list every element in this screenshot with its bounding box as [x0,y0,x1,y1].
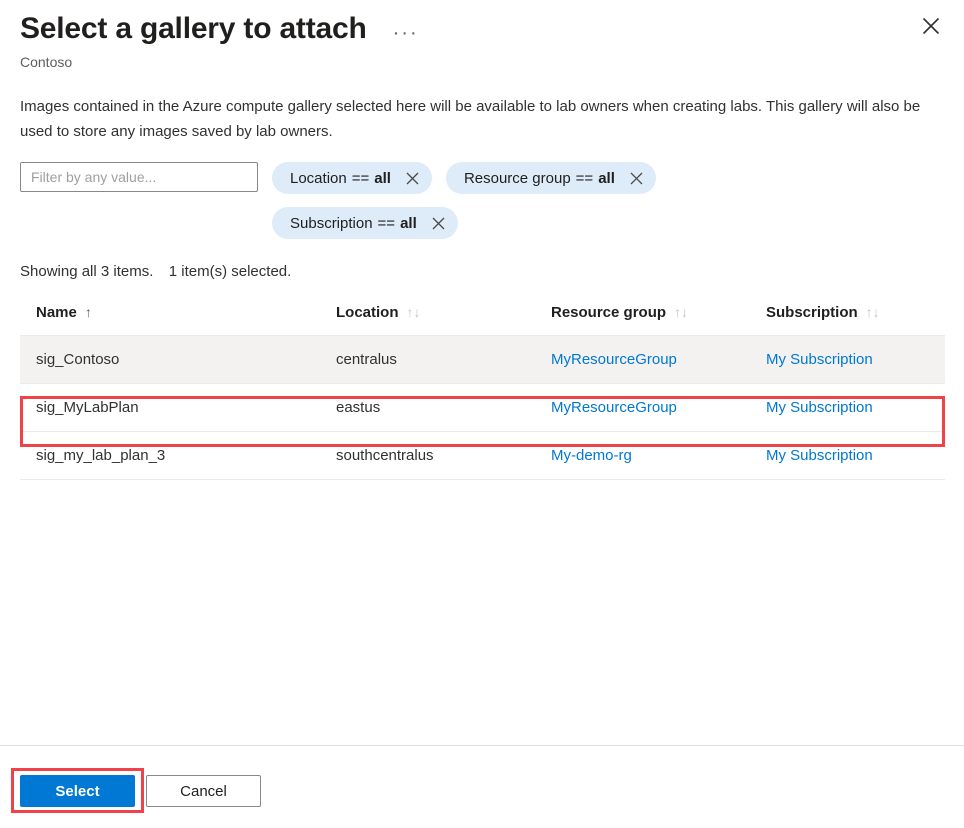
remove-filter-button[interactable] [628,169,646,187]
subscription-link[interactable]: My Subscription [766,399,873,416]
cancel-button[interactable]: Cancel [146,775,261,807]
gallery-table-container: Name ↑ Location ↑↓ Resource group ↑↓ Subscr… [20,304,944,480]
column-header-subscription[interactable]: Subscription ↑↓ [750,304,945,336]
cell-location: southcentralus [320,432,535,480]
title-row: Select a gallery to attach ··· [20,10,944,48]
description-text: Images contained in the Azure compute ga… [20,94,944,144]
sort-toggle-icon[interactable]: ↑↓ [866,304,880,320]
filter-pill-value: all [400,215,417,232]
select-button[interactable]: Select [20,775,135,807]
page-subtitle: Contoso [20,52,944,72]
filter-bar: Location == all Resource group == all [20,162,780,194]
search-input[interactable] [20,162,258,192]
filter-pill-subscription[interactable]: Subscription == all [272,207,458,239]
cell-resource-group[interactable]: MyResourceGroup [535,384,750,432]
filter-pill-operator: == [378,215,396,232]
subscription-link[interactable]: My Subscription [766,447,873,464]
column-header-location[interactable]: Location ↑↓ [320,304,535,336]
table-header-row: Name ↑ Location ↑↓ Resource group ↑↓ Subscr… [20,304,945,336]
cell-name: sig_my_lab_plan_3 [20,432,320,480]
column-header-resource-group[interactable]: Resource group ↑↓ [535,304,750,336]
cell-location: eastus [320,384,535,432]
footer-divider [0,745,964,746]
filter-pill-resource-group[interactable]: Resource group == all [446,162,656,194]
filter-pill-operator: == [352,170,370,187]
gallery-table: Name ↑ Location ↑↓ Resource group ↑↓ Subscr… [20,304,945,480]
resource-group-link[interactable]: My-demo-rg [551,447,632,464]
filter-pill-value: all [598,170,615,187]
column-header-label: Resource group [551,304,666,321]
results-summary: Showing all 3 items. 1 item(s) selected. [20,263,944,280]
close-icon [432,217,445,230]
table-row[interactable]: sig_MyLabPlan eastus MyResourceGroup My … [20,384,945,432]
filter-pill-value: all [374,170,391,187]
cell-location: centralus [320,336,535,384]
remove-filter-button[interactable] [430,214,448,232]
close-icon [630,172,643,185]
table-header: Name ↑ Location ↑↓ Resource group ↑↓ Subscr… [20,304,945,336]
filter-pill-location[interactable]: Location == all [272,162,432,194]
table-body: sig_Contoso centralus MyResourceGroup My… [20,336,945,480]
page-title: Select a gallery to attach [20,10,367,48]
cell-name: sig_Contoso [20,336,320,384]
selected-count: 1 item(s) selected. [169,263,292,280]
resource-group-link[interactable]: MyResourceGroup [551,399,677,416]
footer-actions: Select Cancel [20,775,261,807]
filter-pill-label: Location [290,170,347,187]
cell-subscription[interactable]: My Subscription [750,336,945,384]
remove-filter-button[interactable] [404,169,422,187]
column-header-label: Location [336,304,399,321]
column-header-label: Subscription [766,304,858,321]
column-header-name[interactable]: Name ↑ [20,304,320,336]
showing-count: Showing all 3 items. [20,263,153,280]
cell-name: sig_MyLabPlan [20,384,320,432]
subscription-link[interactable]: My Subscription [766,351,873,368]
column-header-label: Name [36,304,77,321]
close-icon [922,17,940,35]
close-icon [406,172,419,185]
cell-subscription[interactable]: My Subscription [750,432,945,480]
resource-group-link[interactable]: MyResourceGroup [551,351,677,368]
table-row[interactable]: sig_Contoso centralus MyResourceGroup My… [20,336,945,384]
more-options-icon[interactable]: ··· [389,25,423,41]
panel-header: Select a gallery to attach ··· Contoso [0,0,964,72]
table-row[interactable]: sig_my_lab_plan_3 southcentralus My-demo… [20,432,945,480]
filter-pill-label: Resource group [464,170,571,187]
sort-toggle-icon[interactable]: ↑↓ [674,304,688,320]
sort-ascending-icon[interactable]: ↑ [85,304,92,320]
filter-pill-label: Subscription [290,215,373,232]
cell-subscription[interactable]: My Subscription [750,384,945,432]
filter-pill-operator: == [576,170,594,187]
sort-toggle-icon[interactable]: ↑↓ [407,304,421,320]
cell-resource-group[interactable]: MyResourceGroup [535,336,750,384]
filter-bar-row-2: Subscription == all [20,207,944,239]
cell-resource-group[interactable]: My-demo-rg [535,432,750,480]
close-button[interactable] [915,10,947,42]
